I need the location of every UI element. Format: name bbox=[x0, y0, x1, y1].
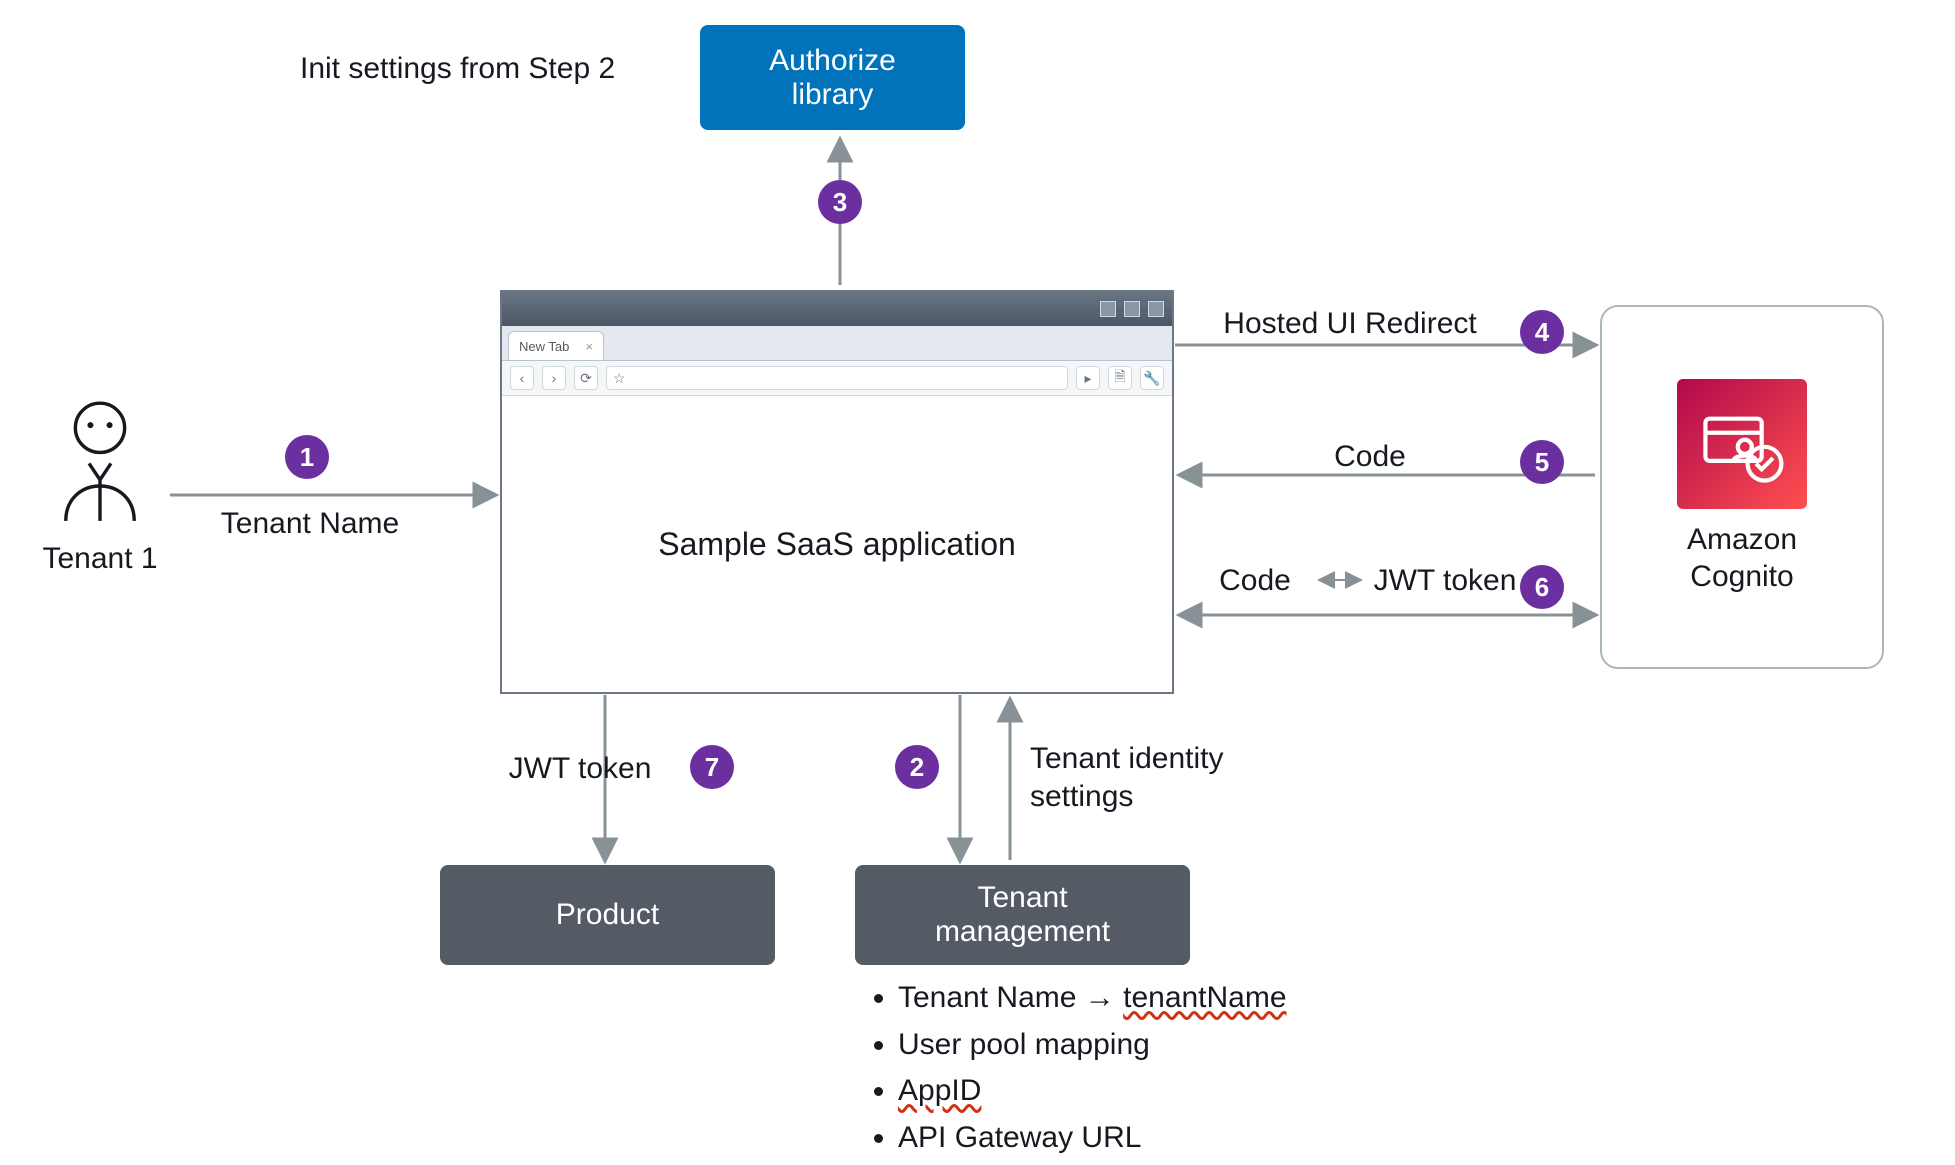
edge-label-tenant-name: Tenant Name bbox=[170, 505, 450, 543]
bullet-1-prefix: Tenant Name → bbox=[898, 981, 1123, 1014]
minimize-icon bbox=[1100, 301, 1116, 317]
edge-label-init-settings: Init settings from Step 2 bbox=[300, 50, 680, 88]
step-badge-4: 4 bbox=[1520, 310, 1564, 354]
product-box: Product bbox=[440, 865, 775, 965]
step-badge-3: 3 bbox=[818, 180, 862, 224]
forward-icon: › bbox=[542, 366, 566, 390]
edge-label-hosted-ui: Hosted UI Redirect bbox=[1200, 305, 1500, 343]
bullet-4: API Gateway URL bbox=[898, 1115, 1287, 1162]
amazon-cognito-card: Amazon Cognito bbox=[1600, 305, 1884, 669]
bullet-1: Tenant Name → tenantName bbox=[898, 975, 1287, 1022]
edge-label-tenant-identity: Tenant identity settings bbox=[1030, 740, 1290, 815]
browser-body: Sample SaaS application bbox=[502, 396, 1172, 692]
step-badge-5: 5 bbox=[1520, 440, 1564, 484]
url-bar: ☆ bbox=[606, 366, 1068, 390]
play-icon: ▸ bbox=[1076, 366, 1100, 390]
edge-label-code-jwt-left: Code bbox=[1195, 562, 1315, 600]
tab-close-icon: × bbox=[585, 339, 593, 354]
edge-label-code-jwt-right: JWT token bbox=[1360, 562, 1530, 600]
edge-label-code: Code bbox=[1290, 438, 1450, 476]
bullet-1-em: tenantName bbox=[1123, 981, 1286, 1014]
edge-label-jwt-token: JWT token bbox=[490, 750, 670, 788]
browser-titlebar bbox=[502, 292, 1172, 326]
browser-tab-label: New Tab bbox=[519, 339, 569, 354]
browser-tab: New Tab × bbox=[508, 331, 604, 360]
star-icon: ☆ bbox=[613, 370, 626, 387]
reload-icon: ⟳ bbox=[574, 366, 598, 390]
step-badge-2: 2 bbox=[895, 745, 939, 789]
back-icon: ‹ bbox=[510, 366, 534, 390]
cognito-icon bbox=[1677, 379, 1807, 509]
step-badge-1: 1 bbox=[285, 435, 329, 479]
browser-toolbar: ‹ › ⟳ ☆ ▸ 🗎 🔧 bbox=[502, 361, 1172, 396]
close-icon bbox=[1148, 301, 1164, 317]
browser-tabbar: New Tab × bbox=[502, 326, 1172, 361]
maximize-icon bbox=[1124, 301, 1140, 317]
diagram-canvas: Tenant 1 New Tab × ‹ › ⟳ ☆ ▸ 🗎 🔧 Sample … bbox=[0, 0, 1955, 1165]
authorize-library-box: Authorize library bbox=[700, 25, 965, 130]
tenant-mgmt-bullets: Tenant Name → tenantName User pool mappi… bbox=[870, 975, 1287, 1161]
tenant-management-box: Tenant management bbox=[855, 865, 1190, 965]
cognito-label: Amazon Cognito bbox=[1687, 521, 1797, 596]
bullet-2: User pool mapping bbox=[898, 1022, 1287, 1069]
page-icon: 🗎 bbox=[1108, 366, 1132, 390]
step-badge-7: 7 bbox=[690, 745, 734, 789]
browser-window: New Tab × ‹ › ⟳ ☆ ▸ 🗎 🔧 Sample SaaS appl… bbox=[500, 290, 1174, 694]
bullet-3-text: AppID bbox=[898, 1074, 981, 1107]
user-icon bbox=[45, 395, 155, 525]
wrench-icon: 🔧 bbox=[1140, 366, 1164, 390]
tenant-label: Tenant 1 bbox=[10, 540, 190, 578]
bullet-3: AppID bbox=[898, 1068, 1287, 1115]
